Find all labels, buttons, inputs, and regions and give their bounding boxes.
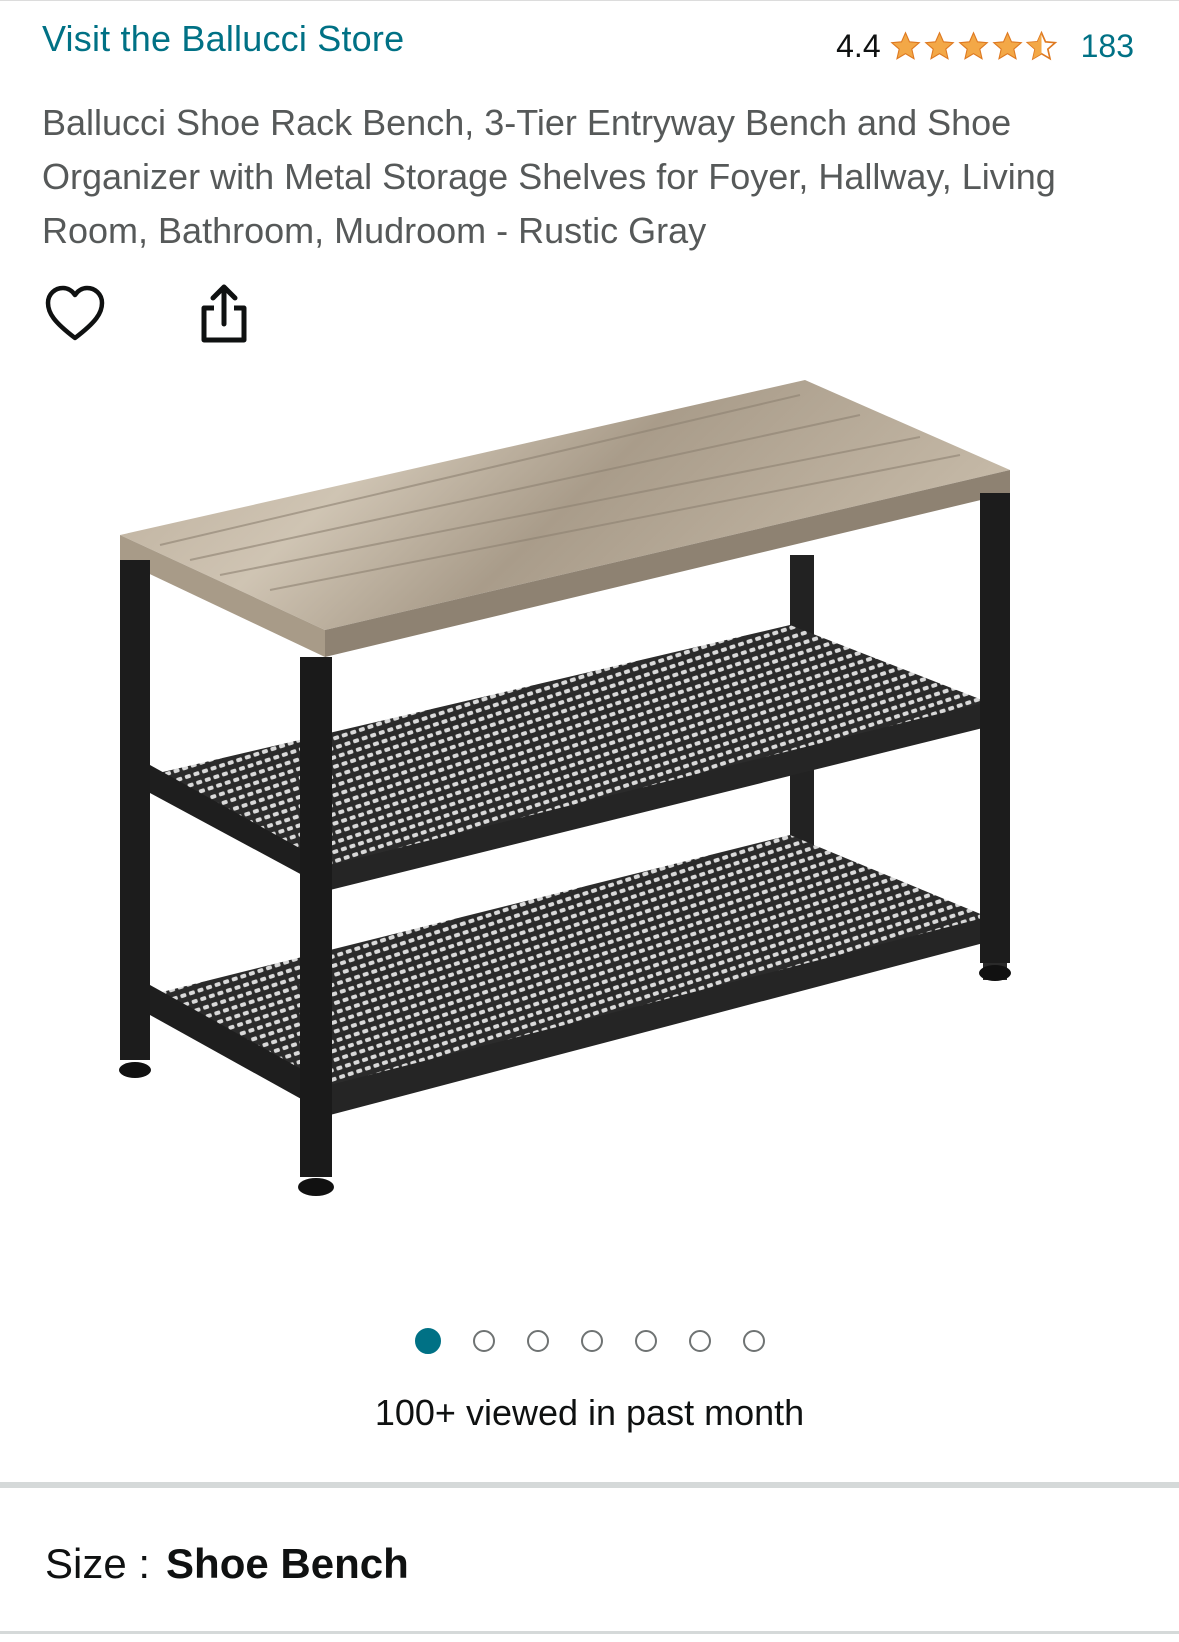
viewed-count-text: 100+ viewed in past month: [374, 1392, 805, 1433]
star-full-icon: [992, 30, 1023, 60]
size-value: Shoe Bench: [166, 1540, 409, 1587]
carousel-dot[interactable]: [580, 1330, 603, 1352]
rating-score: 4.4: [836, 27, 881, 64]
heart-icon[interactable]: [44, 284, 106, 344]
rating-count[interactable]: 183: [1081, 28, 1134, 65]
share-icon[interactable]: [196, 282, 252, 346]
shoe-rack-bench-image[interactable]: [100, 375, 1060, 1235]
product-title: Ballucci Shoe Rack Bench, 3-Tier Entrywa…: [42, 102, 1056, 251]
carousel-dot[interactable]: [472, 1330, 495, 1352]
top-divider: [0, 0, 1179, 1]
star-full-icon: [924, 30, 955, 60]
bottom-divider: [0, 1631, 1179, 1634]
section-divider: [0, 1482, 1179, 1488]
carousel-dot[interactable]: [742, 1330, 765, 1352]
star-full-icon: [890, 30, 921, 60]
visit-store-link[interactable]: Visit the Ballucci Store: [42, 18, 404, 60]
size-selector[interactable]: Size : Shoe Bench: [45, 1540, 409, 1588]
star-full-icon: [958, 30, 989, 60]
carousel-dots: [0, 1328, 1179, 1354]
carousel-dot[interactable]: [526, 1330, 549, 1352]
size-label: Size :: [45, 1540, 151, 1587]
carousel-dot[interactable]: [688, 1330, 711, 1352]
star-half-icon: [1025, 30, 1057, 60]
rating-summary[interactable]: 4.4 183: [836, 24, 1134, 68]
rating-stars[interactable]: [889, 30, 1059, 63]
carousel-dot[interactable]: [634, 1330, 657, 1352]
carousel-dot[interactable]: [414, 1328, 441, 1354]
